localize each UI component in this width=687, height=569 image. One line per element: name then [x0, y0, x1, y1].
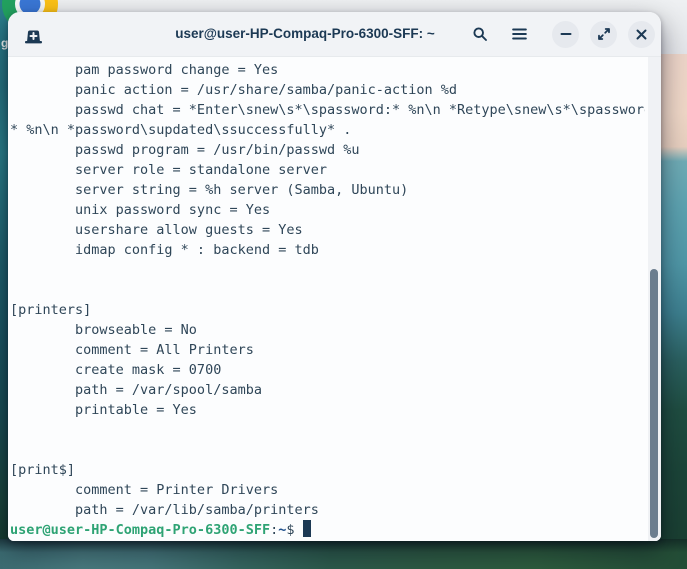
terminal-line: comment = All Printers — [10, 340, 645, 360]
terminal-line: panic action = /usr/share/samba/panic-ac… — [10, 80, 645, 100]
maximize-restore-icon — [597, 27, 611, 41]
new-tab-icon — [24, 28, 43, 44]
terminal-line: idmap config * : backend = tdb — [10, 240, 645, 260]
menu-button[interactable] — [505, 20, 533, 48]
terminal-window: user@user-HP-Compaq-Pro-6300-SFF: ~ — [8, 12, 661, 541]
terminal-line: printable = Yes — [10, 400, 645, 420]
window-title: user@user-HP-Compaq-Pro-6300-SFF: ~ — [128, 12, 482, 56]
terminal-line: usershare allow guests = Yes — [10, 220, 645, 240]
terminal-line: create mask = 0700 — [10, 360, 645, 380]
scrollbar-track[interactable] — [648, 57, 661, 541]
wallpaper-right-strip — [659, 54, 687, 542]
terminal-line: comment = Printer Drivers — [10, 480, 645, 500]
terminal-line: * %n\n *password\supdated\ssuccessfully*… — [10, 120, 645, 140]
new-tab-button[interactable] — [19, 22, 47, 50]
close-icon — [636, 29, 647, 40]
terminal-line — [10, 280, 645, 300]
scrollbar-thumb[interactable] — [650, 269, 658, 538]
terminal-line: path = /var/spool/samba — [10, 380, 645, 400]
header-controls — [466, 12, 655, 56]
terminal-line: [printers] — [10, 300, 645, 320]
prompt-separator: : — [270, 522, 278, 538]
terminal-line — [10, 260, 645, 280]
search-icon — [472, 26, 488, 42]
terminal-line — [10, 440, 645, 460]
terminal-line — [10, 420, 645, 440]
terminal-line: server role = standalone server — [10, 160, 645, 180]
terminal-line: pam password change = Yes — [10, 60, 645, 80]
search-button[interactable] — [466, 20, 494, 48]
shell-prompt-line: user@user-HP-Compaq-Pro-6300-SFF:~$ — [10, 520, 645, 540]
terminal-line: unix password sync = Yes — [10, 200, 645, 220]
header-bar: user@user-HP-Compaq-Pro-6300-SFF: ~ — [8, 12, 661, 57]
minimize-icon — [560, 28, 572, 40]
terminal-line: browseable = No — [10, 320, 645, 340]
terminal-line: passwd chat = *Enter\snew\s*\spassword:*… — [10, 100, 645, 120]
prompt-user-host: user@user-HP-Compaq-Pro-6300-SFF — [10, 522, 270, 538]
terminal-line: [print$] — [10, 460, 645, 480]
terminal-viewport[interactable]: pam password change = Yes panic action =… — [8, 57, 661, 541]
close-button[interactable] — [628, 21, 655, 48]
terminal-line: passwd program = /usr/bin/passwd %u — [10, 140, 645, 160]
hamburger-menu-icon — [512, 28, 527, 40]
prompt-symbol: $ — [286, 522, 294, 538]
terminal-line: server string = %h server (Samba, Ubuntu… — [10, 180, 645, 200]
terminal-cursor — [303, 520, 311, 537]
maximize-button[interactable] — [590, 21, 617, 48]
minimize-button[interactable] — [552, 21, 579, 48]
terminal-line: path = /var/lib/samba/printers — [10, 500, 645, 520]
wallpaper-bottom-strip — [0, 539, 687, 569]
